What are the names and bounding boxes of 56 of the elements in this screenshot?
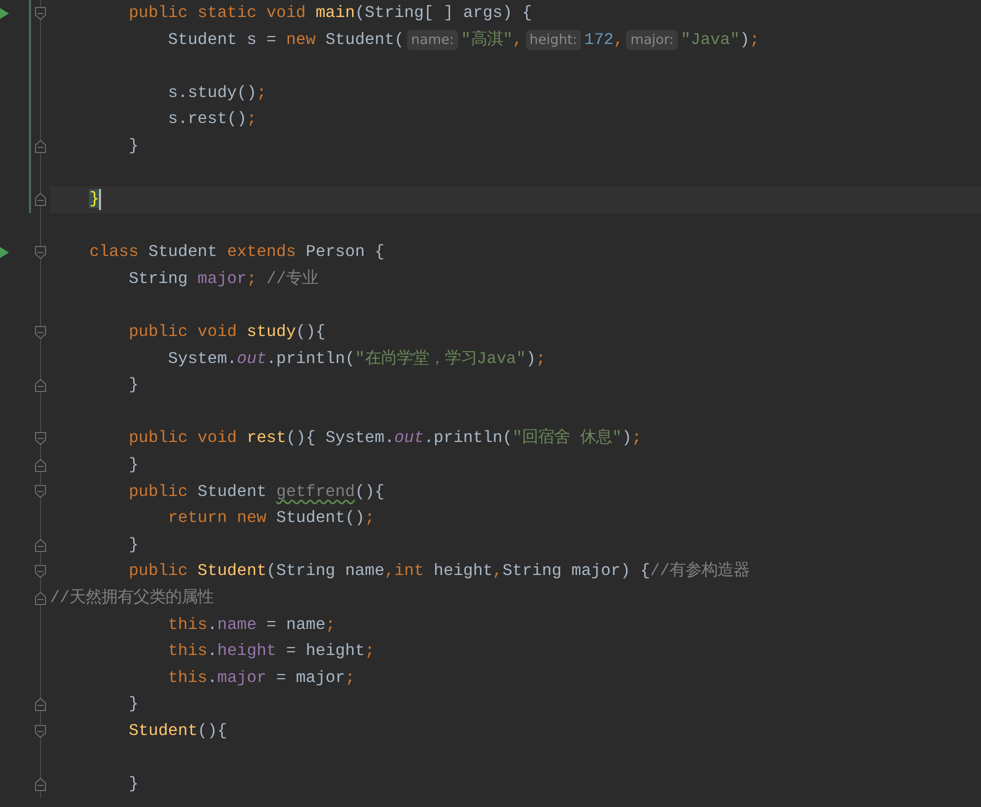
code-text: } <box>128 134 139 157</box>
code-text: return new Student(); <box>167 507 375 530</box>
fold-icon[interactable] <box>35 485 46 498</box>
code-text: this.name = name; <box>167 614 336 636</box>
fold-icon[interactable] <box>35 6 46 20</box>
fold-icon[interactable] <box>35 326 46 339</box>
fold-icon[interactable] <box>35 246 46 260</box>
code-text: public Student(String name,int height,String major) {//有参构造器 <box>128 560 750 582</box>
code-text: } <box>88 188 100 210</box>
run-icon[interactable] <box>0 247 9 258</box>
fold-icon[interactable] <box>35 432 46 446</box>
parameter-hint: name: <box>407 30 458 50</box>
change-marker[interactable] <box>29 160 31 186</box>
change-marker[interactable] <box>29 186 31 213</box>
code-text: public void study(){ <box>128 321 326 344</box>
fold-icon[interactable] <box>35 592 46 605</box>
parameter-hint: major: <box>626 30 678 50</box>
code-text: Student(){ <box>128 720 228 742</box>
code-text: "Java"); <box>680 28 760 51</box>
code-text: } <box>128 374 139 396</box>
code-text: public Student getfrend(){ <box>128 480 384 503</box>
code-text: s.study(); <box>167 82 266 104</box>
fold-icon[interactable] <box>35 379 46 392</box>
change-marker[interactable] <box>29 80 31 106</box>
parameter-hint: height: <box>526 30 582 50</box>
code-text: } <box>128 534 139 556</box>
fold-icon[interactable] <box>35 778 46 792</box>
text-cursor <box>99 188 102 210</box>
code-text: } <box>128 773 139 796</box>
code-text: class Student extends Person { <box>88 241 384 264</box>
fold-icon[interactable] <box>35 458 46 472</box>
code-text: this.height = height; <box>167 640 375 662</box>
fold-icon[interactable] <box>35 724 46 738</box>
fold-icon[interactable] <box>35 565 46 578</box>
code-text: //天然拥有父类的属性 <box>50 587 214 610</box>
code-text: } <box>128 454 139 476</box>
change-marker[interactable] <box>29 132 31 160</box>
code-text: this.major = major; <box>167 666 355 689</box>
fold-icon[interactable] <box>35 192 46 206</box>
fold-icon[interactable] <box>35 698 46 712</box>
run-icon[interactable] <box>0 8 9 19</box>
code-text: } <box>128 693 139 716</box>
code-text: "高淇", <box>460 28 523 51</box>
code-text: System.out.println("在尚学堂，学习Java"); <box>167 348 546 370</box>
code-text: String major; //专业 <box>128 268 318 290</box>
code-text: s.rest(); <box>167 108 257 130</box>
change-marker[interactable] <box>29 0 31 27</box>
change-marker[interactable] <box>29 53 31 80</box>
change-marker[interactable] <box>29 26 31 54</box>
code-text: public void rest(){ System.out.println("回宿舍 休息"); <box>128 427 642 450</box>
code-text: 172, <box>584 28 624 51</box>
fold-icon[interactable] <box>35 538 46 552</box>
code-text: public static void main(String[ ] args) { <box>128 2 532 24</box>
fold-icon[interactable] <box>35 140 46 153</box>
change-marker[interactable] <box>29 106 31 133</box>
code-text: Student s = new Student( <box>167 28 404 51</box>
